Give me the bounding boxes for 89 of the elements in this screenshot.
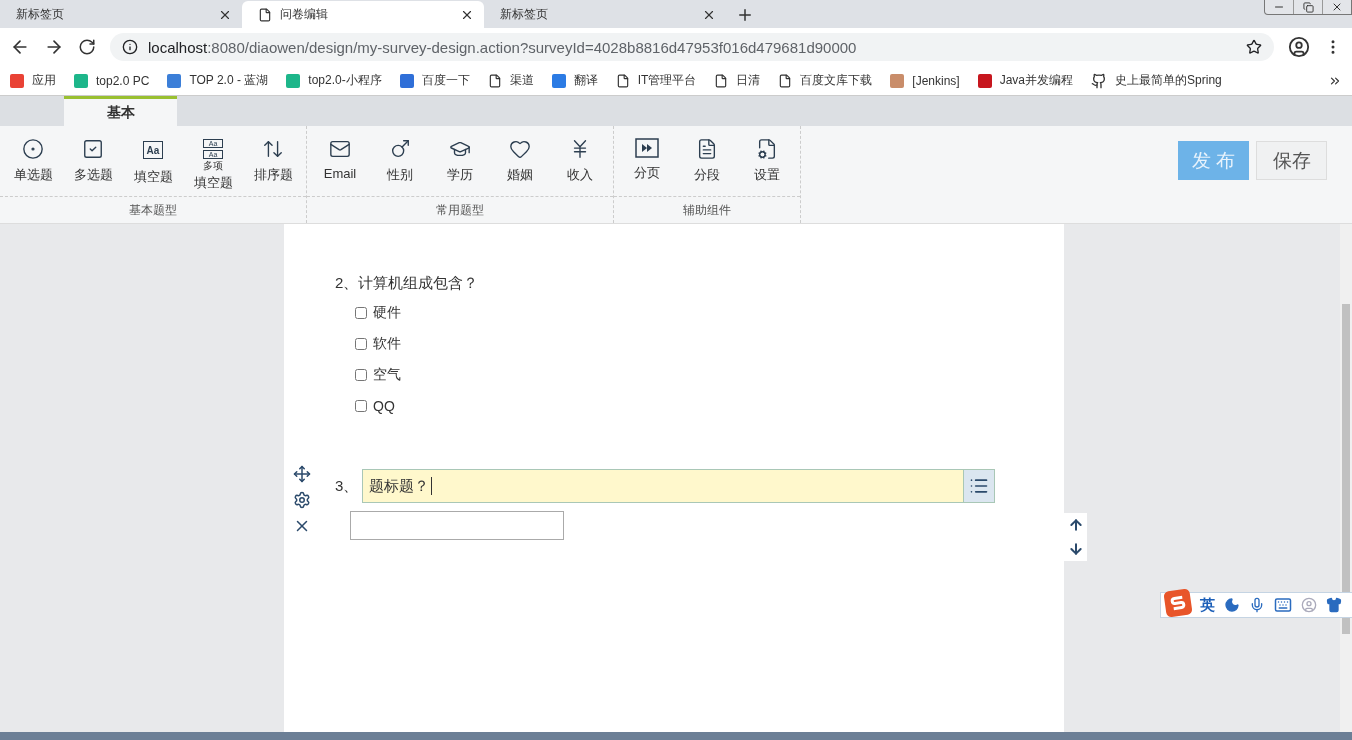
option-label: 空气 [373, 365, 401, 384]
bookmark[interactable]: TOP 2.0 - 蓝湖 [167, 72, 269, 89]
save-button[interactable]: 保存 [1256, 141, 1327, 180]
question-number: 3、 [335, 476, 359, 496]
ribbon-item[interactable]: 分段 [677, 126, 737, 196]
shirt-icon[interactable] [1326, 597, 1342, 613]
settings-icon[interactable] [293, 491, 311, 509]
reload-icon[interactable] [78, 38, 96, 56]
restore-icon [1302, 1, 1314, 13]
moon-icon[interactable] [1224, 597, 1240, 613]
ribbon-icon [329, 138, 351, 160]
page-icon [487, 73, 502, 88]
ribbon-item[interactable]: 分页 [617, 126, 677, 196]
checkbox[interactable] [355, 306, 367, 319]
bookmark[interactable]: 翻译 [551, 72, 598, 89]
bookmark[interactable]: IT管理平台 [615, 72, 697, 89]
bookmark[interactable]: 渠道 [487, 72, 534, 89]
scrollbar[interactable] [1340, 224, 1352, 732]
star-icon[interactable] [1246, 39, 1262, 55]
bookmark[interactable]: top2.0 PC [74, 73, 150, 88]
browser-tab[interactable]: 问卷编辑 [242, 1, 484, 28]
site-icon [399, 73, 414, 88]
group-label: 基本题型 [128, 201, 178, 219]
site-icon [890, 73, 905, 88]
ribbon-item[interactable]: Aa 填空题 [123, 126, 183, 196]
new-tab-icon[interactable] [736, 6, 754, 24]
site-icon [977, 73, 992, 88]
site-icon [551, 73, 566, 88]
list-icon [969, 476, 990, 496]
cat-icon [1091, 72, 1108, 89]
bookmark[interactable]: 应用 [10, 72, 56, 89]
ribbon-icon [696, 138, 718, 160]
ribbon-item[interactable]: 单选题 [3, 126, 63, 196]
browser-tab[interactable]: 新标签页 [484, 1, 726, 28]
answer-field[interactable] [350, 511, 564, 540]
group-label: 常用题型 [435, 201, 485, 219]
group-label: 辅助组件 [682, 201, 732, 219]
ribbon-icon [22, 138, 44, 160]
info-icon [122, 39, 138, 55]
address-field[interactable]: localhost:8080/diaowen/design/my-survey-design.action?surveyId=4028b8816d47953f016d479681d90000 [110, 33, 1274, 61]
ribbon-icon [509, 138, 531, 160]
ribbon-item[interactable]: 性别 [370, 126, 430, 196]
ribbon-item[interactable]: 多选题 [63, 126, 123, 196]
ribbon-icon [82, 138, 104, 160]
list-button[interactable] [963, 470, 995, 502]
bookmark[interactable]: 史上最简单的Spring [1091, 72, 1222, 89]
page-icon [258, 7, 272, 22]
bookmark[interactable]: top2.0-小程序 [286, 72, 382, 89]
ribbon-item[interactable]: 学历 [430, 126, 490, 196]
close-icon [1331, 1, 1343, 13]
browser-tab[interactable]: 新标签页 [0, 1, 242, 28]
move-icon[interactable] [293, 465, 311, 483]
question-title: 计算机组成包含？ [358, 274, 479, 293]
bookmark[interactable]: 日清 [714, 72, 761, 89]
site-icon [10, 73, 24, 88]
ribbon-item[interactable]: 婚姻 [490, 126, 550, 196]
ribbon-icon [756, 138, 778, 160]
checkbox[interactable] [355, 368, 367, 381]
bookmark[interactable]: 百度文库下载 [778, 72, 873, 89]
keyboard-icon[interactable] [1274, 596, 1292, 614]
checkbox[interactable] [355, 399, 367, 412]
text-box-icon: Aa [141, 138, 165, 162]
profile-icon[interactable] [1288, 36, 1310, 58]
option-label: 硬件 [373, 303, 401, 322]
ribbon-item[interactable]: 设置 [737, 126, 797, 196]
ribbon-item[interactable]: Email [310, 126, 370, 196]
page-icon [714, 73, 729, 88]
checkbox[interactable] [355, 337, 367, 350]
ribbon-item[interactable]: 排序题 [243, 126, 303, 196]
question-title-field[interactable]: 题标题？ [362, 469, 996, 503]
multi-label: 多项 [203, 161, 223, 171]
ribbon-tab[interactable]: 基本 [64, 96, 177, 126]
ribbon-icon [389, 138, 411, 160]
page-icon [778, 73, 793, 88]
ime-mode[interactable]: 英 [1200, 595, 1215, 615]
ribbon-icon [262, 138, 284, 160]
site-icon [286, 73, 301, 88]
question-number: 2、 [335, 274, 359, 293]
bookmark[interactable]: 百度一下 [399, 72, 470, 89]
microphone-icon[interactable] [1249, 597, 1265, 613]
bookmark[interactable]: [Jenkins] [890, 73, 960, 88]
option-label: QQ [373, 397, 395, 414]
page-icon [615, 73, 630, 88]
ribbon-item[interactable]: 收入 [550, 126, 610, 196]
site-icon [74, 73, 88, 88]
option-label: 软件 [373, 334, 401, 353]
site-icon [167, 73, 182, 88]
page-break-icon [635, 138, 659, 158]
bookmark[interactable]: Java并发编程 [977, 72, 1074, 89]
